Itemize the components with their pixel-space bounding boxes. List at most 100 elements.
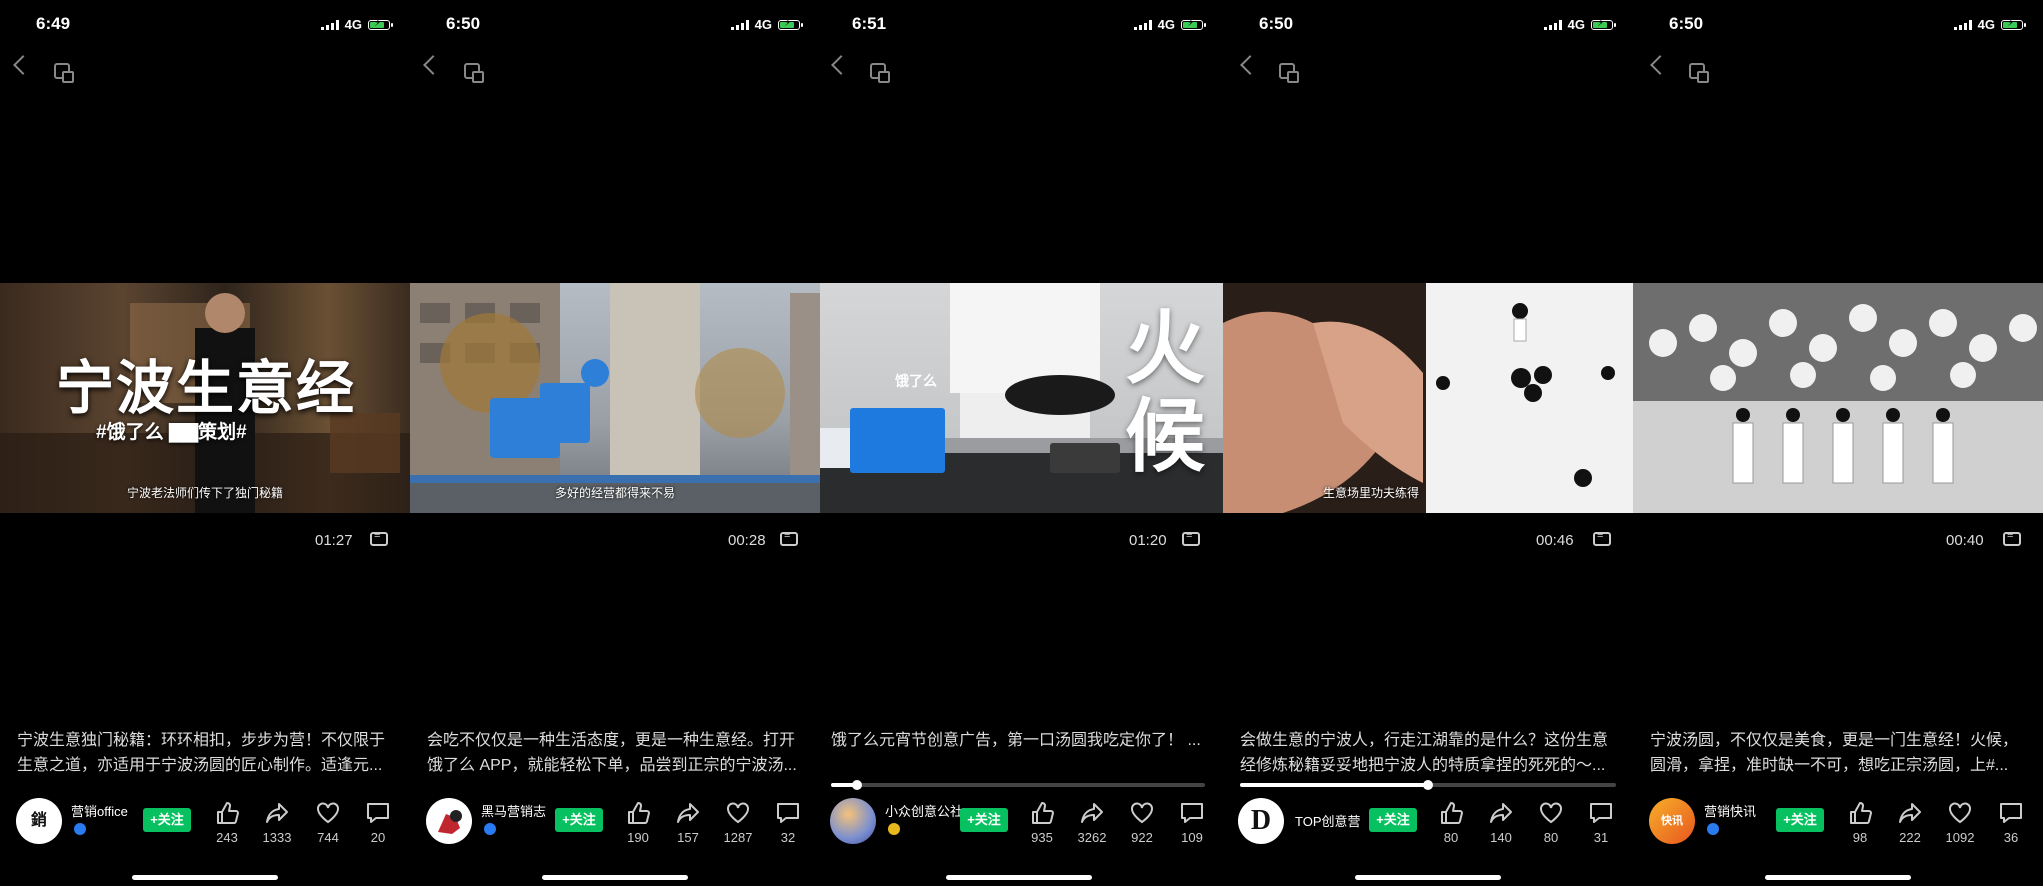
- author-avatar[interactable]: [426, 798, 472, 844]
- progress-knob[interactable]: [852, 780, 863, 790]
- home-indicator[interactable]: [132, 875, 278, 880]
- progress-knob[interactable]: [1423, 780, 1433, 790]
- floating-window-icon[interactable]: [1279, 63, 1299, 83]
- comment-button[interactable]: 32: [766, 800, 810, 845]
- author-avatar[interactable]: 快讯: [1649, 798, 1695, 844]
- comment-icon: [2000, 803, 2022, 823]
- like-button[interactable]: 98: [1838, 800, 1882, 845]
- back-icon[interactable]: [831, 55, 851, 75]
- video-caption[interactable]: 会做生意的宁波人，行走江湖靠的是什么？这份生意经修炼秘籍妥妥地把宁波人的特质拿捏…: [1240, 728, 1615, 778]
- like-count: 935: [1031, 830, 1053, 845]
- danmaku-icon[interactable]: [1182, 529, 1200, 546]
- share-button[interactable]: 140: [1479, 800, 1523, 845]
- share-arrow-icon: [1899, 803, 1921, 823]
- share-count: 3262: [1077, 830, 1107, 845]
- thumbs-up-icon: [628, 802, 650, 824]
- home-indicator[interactable]: [946, 875, 1092, 880]
- video-subtitle: 生意场里功夫练得: [1323, 486, 1420, 500]
- floating-window-icon[interactable]: [870, 63, 890, 83]
- heart-icon: [1540, 802, 1562, 824]
- video-caption[interactable]: 宁波汤圆，不仅仅是美食，更是一门生意经！火候，圆滑，拿捏，准时缺一不可，想吃正宗…: [1650, 728, 2025, 778]
- back-icon[interactable]: [13, 55, 33, 75]
- floating-window-icon[interactable]: [1689, 63, 1709, 83]
- video-player[interactable]: 多好的经营都得来不易: [410, 283, 820, 513]
- signal-icon: [730, 19, 749, 30]
- home-indicator[interactable]: [1355, 875, 1501, 880]
- video-frame: [1223, 283, 1633, 513]
- favorite-button[interactable]: 922: [1120, 800, 1164, 845]
- author-name[interactable]: 小众创意公社: [885, 801, 963, 820]
- comment-button[interactable]: 20: [356, 800, 400, 845]
- comment-button[interactable]: 31: [1579, 800, 1623, 845]
- like-button[interactable]: 80: [1429, 800, 1473, 845]
- comment-button[interactable]: 36: [1989, 800, 2033, 845]
- author-name[interactable]: 黑马营销志: [481, 801, 546, 820]
- author-avatar[interactable]: 銷: [16, 798, 62, 844]
- video-player[interactable]: 生意场里功夫练得: [1223, 283, 1633, 513]
- video-player[interactable]: 饿了么 火候: [820, 283, 1223, 513]
- author-name[interactable]: 营销快讯: [1704, 801, 1756, 820]
- author-name[interactable]: TOP创意营: [1295, 811, 1361, 830]
- floating-window-icon[interactable]: [464, 63, 484, 83]
- comment-button[interactable]: 109: [1170, 800, 1214, 845]
- video-caption[interactable]: 饿了么元宵节创意广告，第一口汤圆我吃定你了！ ...: [831, 728, 1205, 753]
- battery-icon: ⚡: [1181, 18, 1206, 30]
- home-indicator[interactable]: [1765, 875, 1911, 880]
- share-button[interactable]: 157: [666, 800, 710, 845]
- network-label: 4G: [1567, 17, 1585, 32]
- favorite-button[interactable]: 744: [306, 800, 350, 845]
- favorite-count: 922: [1131, 830, 1153, 845]
- author-name[interactable]: 营销office: [71, 801, 128, 820]
- share-button[interactable]: 3262: [1070, 800, 1114, 845]
- share-count: 157: [677, 830, 699, 845]
- comment-count: 31: [1593, 830, 1609, 845]
- author-avatar[interactable]: D: [1238, 798, 1284, 844]
- like-button[interactable]: 935: [1020, 800, 1064, 845]
- battery-icon: ⚡: [1591, 18, 1616, 30]
- danmaku-icon[interactable]: [2003, 529, 2021, 546]
- network-label: 4G: [1157, 17, 1175, 32]
- like-count: 243: [216, 830, 238, 845]
- network-label: 4G: [344, 17, 362, 32]
- favorite-button[interactable]: 1287: [716, 800, 760, 845]
- follow-button[interactable]: +关注: [143, 808, 191, 832]
- video-caption[interactable]: 宁波生意独门秘籍：环环相扣，步步为营！不仅限于生意之道，亦适用于宁波汤圆的匠心制…: [17, 728, 392, 778]
- follow-button[interactable]: +关注: [1776, 808, 1824, 832]
- home-indicator[interactable]: [542, 875, 688, 880]
- share-arrow-icon: [266, 803, 288, 823]
- thumbs-up-icon: [217, 802, 239, 824]
- video-progress-bar[interactable]: [1240, 780, 1616, 790]
- follow-button[interactable]: +关注: [555, 808, 603, 832]
- back-icon[interactable]: [423, 55, 443, 75]
- comment-count: 32: [780, 830, 796, 845]
- share-button[interactable]: 222: [1888, 800, 1932, 845]
- danmaku-icon[interactable]: [1593, 529, 1611, 546]
- share-arrow-icon: [1490, 803, 1512, 823]
- video-caption[interactable]: 会吃不仅仅是一种生活态度，更是一种生意经。打开饿了么 APP，就能轻松下单，品尝…: [427, 728, 802, 778]
- video-player[interactable]: [1633, 283, 2043, 513]
- author-avatar[interactable]: [830, 798, 876, 844]
- video-title-overlay: 火候: [1125, 304, 1205, 481]
- favorite-button[interactable]: 1092: [1938, 800, 1982, 845]
- favorite-button[interactable]: 80: [1529, 800, 1573, 845]
- follow-button[interactable]: +关注: [960, 808, 1008, 832]
- video-progress-bar[interactable]: [831, 780, 1205, 790]
- box-logo: 饿了么: [895, 373, 937, 389]
- floating-window-icon[interactable]: [54, 63, 74, 83]
- follow-button[interactable]: +关注: [1369, 808, 1417, 832]
- danmaku-icon[interactable]: [370, 529, 388, 546]
- comment-count: 36: [2003, 830, 2019, 845]
- share-count: 222: [1899, 830, 1921, 845]
- danmaku-icon[interactable]: [780, 529, 798, 546]
- battery-icon: ⚡: [2001, 18, 2026, 30]
- back-icon[interactable]: [1240, 55, 1260, 75]
- share-button[interactable]: 1333: [255, 800, 299, 845]
- phone-screen-1: 6:49 4G ⚡ 宁波生意经 #饿了么 ▇▇策划# 宁波老法师们传下了独门秘籍…: [0, 0, 410, 886]
- video-subtitle: 多好的经营都得来不易: [554, 486, 675, 500]
- like-button[interactable]: 190: [616, 800, 660, 845]
- heart-icon: [1131, 802, 1153, 824]
- like-button[interactable]: 243: [205, 800, 249, 845]
- video-player[interactable]: 宁波生意经 #饿了么 ▇▇策划# 宁波老法师们传下了独门秘籍: [0, 283, 410, 513]
- comment-count: 20: [370, 830, 386, 845]
- back-icon[interactable]: [1650, 55, 1670, 75]
